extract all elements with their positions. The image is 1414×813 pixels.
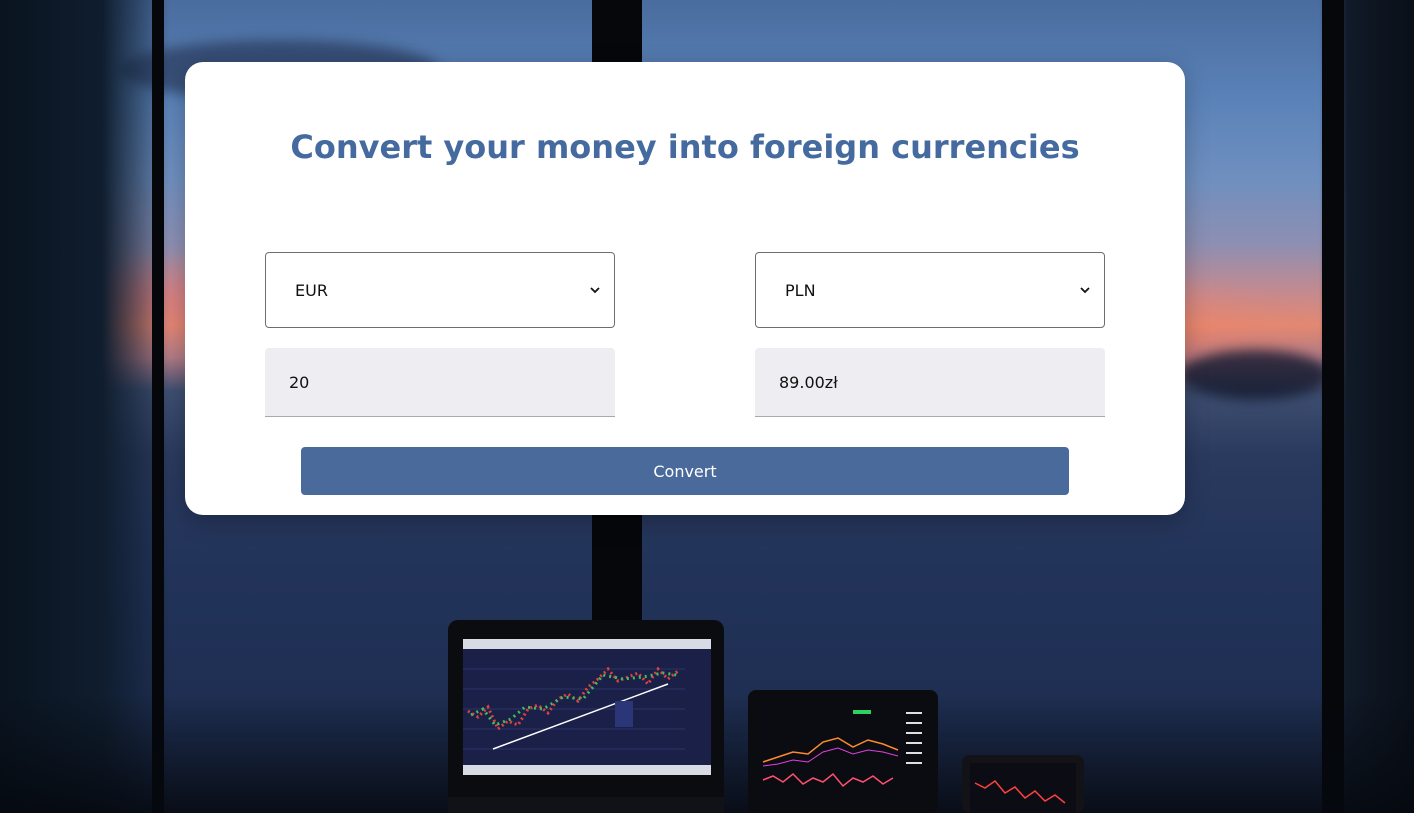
result-field[interactable]: 89.00zł xyxy=(755,348,1105,417)
amount-value: 20 xyxy=(289,372,310,392)
page-title: Convert your money into foreign currenci… xyxy=(290,128,1080,166)
chevron-down-icon xyxy=(1080,287,1090,294)
background-cloud xyxy=(1180,350,1330,400)
to-currency-value: PLN xyxy=(785,280,816,300)
phone-image xyxy=(962,755,1084,813)
convert-button[interactable]: Convert xyxy=(301,447,1069,495)
amount-input[interactable]: 20 xyxy=(265,348,615,417)
from-currency-value: EUR xyxy=(295,280,328,300)
convert-button-label: Convert xyxy=(653,461,717,481)
from-currency-select[interactable]: EUR xyxy=(265,252,615,328)
tablet-image xyxy=(748,690,938,813)
to-currency-select[interactable]: PLN xyxy=(755,252,1105,328)
converter-card: Convert your money into foreign currenci… xyxy=(185,62,1185,515)
laptop-image xyxy=(448,620,724,813)
window-frame xyxy=(152,0,164,813)
background-curtain xyxy=(0,0,170,813)
chevron-down-icon xyxy=(590,287,600,294)
window-frame xyxy=(1322,0,1344,813)
result-value: 89.00zł xyxy=(779,372,838,392)
